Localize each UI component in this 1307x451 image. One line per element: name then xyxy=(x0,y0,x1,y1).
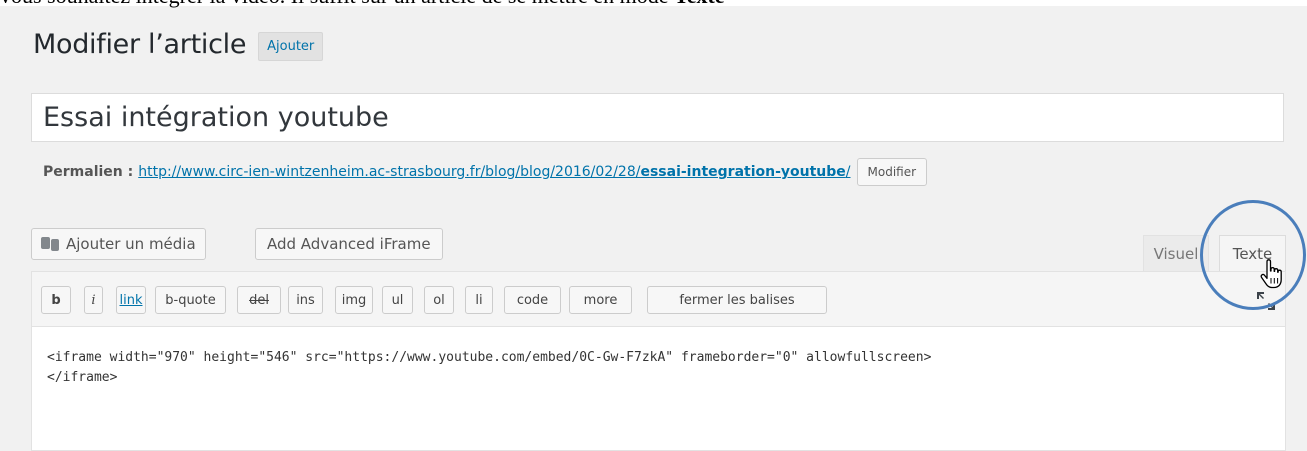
quicktag-bold-button[interactable]: b xyxy=(41,286,71,314)
add-media-label: Ajouter un média xyxy=(66,235,196,253)
quicktag-ol-button[interactable]: ol xyxy=(424,286,454,314)
quicktag-more-button[interactable]: more xyxy=(569,286,632,314)
permalink-url-prefix: http://www.circ-ien-wintzenheim.ac-stras… xyxy=(138,164,641,180)
caption-bold: Texte xyxy=(674,0,725,8)
permalink-row: Permalien : http://www.circ-ien-wintzenh… xyxy=(43,157,928,187)
quicktag-blockquote-button[interactable]: b-quote xyxy=(155,286,226,314)
quicktag-italic-button[interactable]: i xyxy=(84,286,103,314)
page-heading: Modifier l’article Ajouter xyxy=(33,26,324,62)
quicktag-img-button[interactable]: img xyxy=(335,286,373,314)
page-title: Modifier l’article xyxy=(33,28,247,60)
add-advanced-iframe-button[interactable]: Add Advanced iFrame xyxy=(255,228,443,260)
quicktag-del-button[interactable]: del xyxy=(237,286,281,314)
permalink-edit-button[interactable]: Modifier xyxy=(856,158,928,186)
quicktag-link-button[interactable]: link xyxy=(116,286,146,314)
quicktag-li-button[interactable]: li xyxy=(465,286,493,314)
quicktag-code-button[interactable]: code xyxy=(504,286,561,314)
quicktags-toolbar: b i link b-quote del ins img ul ol li co… xyxy=(31,271,1286,327)
caption-text: vous souhaitez intégrer la vidéo. Il suf… xyxy=(0,0,674,8)
quicktag-close-tags-button[interactable]: fermer les balises xyxy=(647,286,827,314)
tab-visual[interactable]: Visuel xyxy=(1143,235,1209,271)
add-media-button[interactable]: Ajouter un média xyxy=(31,228,206,260)
post-title-input[interactable]: Essai intégration youtube xyxy=(31,93,1284,142)
quicktag-ul-button[interactable]: ul xyxy=(382,286,413,314)
editor-code-content[interactable]: <iframe width="970" height="546" src="ht… xyxy=(47,348,1277,388)
permalink-url-suffix: / xyxy=(845,164,851,180)
hand-pointer-icon xyxy=(1260,259,1282,289)
document-caption: vous souhaitez intégrer la vidéo. Il suf… xyxy=(0,0,1307,8)
permalink-link[interactable]: http://www.circ-ien-wintzenheim.ac-stras… xyxy=(138,164,850,180)
media-icon xyxy=(41,236,59,252)
permalink-url-slug: essai-integration-youtube xyxy=(640,164,846,180)
add-new-button[interactable]: Ajouter xyxy=(258,31,324,61)
permalink-label: Permalien : xyxy=(43,164,134,180)
resize-icon xyxy=(1257,292,1275,310)
quicktag-ins-button[interactable]: ins xyxy=(288,286,323,314)
